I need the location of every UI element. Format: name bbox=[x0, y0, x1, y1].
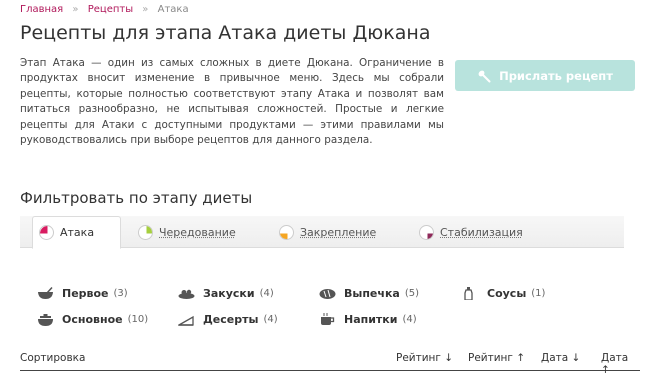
sort-rating-asc[interactable]: Рейтинг ↑ bbox=[468, 352, 525, 364]
category-name: Соусы bbox=[487, 287, 527, 300]
sort-date-asc[interactable]: Дата ↑ bbox=[601, 352, 640, 376]
breadcrumb: Главная » Рецепты » Атака bbox=[20, 4, 189, 15]
breadcrumb-separator: » bbox=[142, 4, 149, 15]
page-title: Рецепты для этапа Атака диеты Дюкана bbox=[20, 22, 431, 44]
category-pervoe[interactable]: Первое (3) bbox=[37, 287, 128, 300]
soup-bowl-icon bbox=[38, 287, 53, 299]
tab-label: Стабилизация bbox=[440, 225, 523, 239]
category-sousy[interactable]: Соусы (1) bbox=[460, 287, 545, 300]
breadcrumb-current: Атака bbox=[157, 4, 189, 15]
phase-ataka-icon bbox=[39, 225, 54, 240]
tab-ataka[interactable]: Атака bbox=[32, 216, 122, 249]
tab-label: Чередование bbox=[159, 225, 236, 239]
category-name: Выпечка bbox=[344, 287, 400, 300]
category-name: Десерты bbox=[203, 313, 259, 326]
main-dish-icon bbox=[38, 314, 53, 326]
category-osnovnoe[interactable]: Основное (10) bbox=[37, 313, 148, 326]
phase-cheredovanie-icon bbox=[138, 224, 153, 240]
sort-label: Сортировка bbox=[20, 352, 86, 364]
submit-recipe-label: Прислать рецепт bbox=[499, 68, 613, 83]
tab-cheredovanie[interactable]: Чередование bbox=[138, 216, 236, 248]
tab-zakreplenie[interactable]: Закрепление bbox=[279, 216, 376, 248]
category-deserty[interactable]: Десерты (4) bbox=[178, 313, 278, 326]
category-name: Закуски bbox=[203, 287, 255, 300]
category-vypechka[interactable]: Выпечка (5) bbox=[319, 287, 419, 300]
cake-slice-icon bbox=[178, 315, 194, 326]
cup-icon bbox=[321, 313, 335, 325]
phase-tabs: Атака Чередование Закрепление Стабилизац… bbox=[20, 216, 624, 249]
filter-heading: Фильтровать по этапу диеты bbox=[20, 189, 253, 207]
sort-date-desc[interactable]: Дата ↓ bbox=[541, 352, 580, 364]
category-name: Напитки bbox=[344, 313, 398, 326]
intro-text: Этап Атака — один из самых сложных в дие… bbox=[20, 57, 444, 147]
category-name: Первое bbox=[62, 287, 109, 300]
submit-recipe-button[interactable]: Прислать рецепт bbox=[455, 60, 635, 91]
tab-label: Закрепление bbox=[300, 225, 377, 239]
sort-bar: Сортировка Рейтинг ↓ Рейтинг ↑ Дата ↓ Да… bbox=[20, 351, 640, 376]
breadcrumb-separator: » bbox=[72, 4, 79, 15]
breadcrumb-home-link[interactable]: Главная bbox=[20, 4, 63, 15]
category-zakuski[interactable]: Закуски (4) bbox=[178, 287, 274, 300]
tab-label: Атака bbox=[60, 226, 95, 239]
sort-rating-desc[interactable]: Рейтинг ↓ bbox=[396, 352, 453, 364]
sauce-bottle-icon bbox=[464, 287, 473, 300]
category-count: (4) bbox=[263, 314, 278, 325]
category-count: (1) bbox=[531, 288, 546, 299]
phase-stabilizaciya-icon bbox=[419, 224, 434, 240]
tab-stabilizaciya[interactable]: Стабилизация bbox=[419, 216, 523, 248]
category-count: (4) bbox=[402, 314, 417, 325]
phase-zakreplenie-icon bbox=[279, 224, 294, 240]
category-name: Основное bbox=[62, 313, 123, 326]
breadcrumb-recipes-link[interactable]: Рецепты bbox=[88, 4, 133, 15]
bread-icon bbox=[319, 289, 336, 299]
category-count: (4) bbox=[259, 288, 274, 299]
category-count: (3) bbox=[113, 288, 128, 299]
category-count: (5) bbox=[404, 288, 420, 299]
category-count: (10) bbox=[127, 314, 149, 325]
snack-plate-icon bbox=[178, 289, 195, 299]
spoon-icon bbox=[478, 70, 491, 82]
category-napitki[interactable]: Напитки (4) bbox=[319, 313, 417, 326]
